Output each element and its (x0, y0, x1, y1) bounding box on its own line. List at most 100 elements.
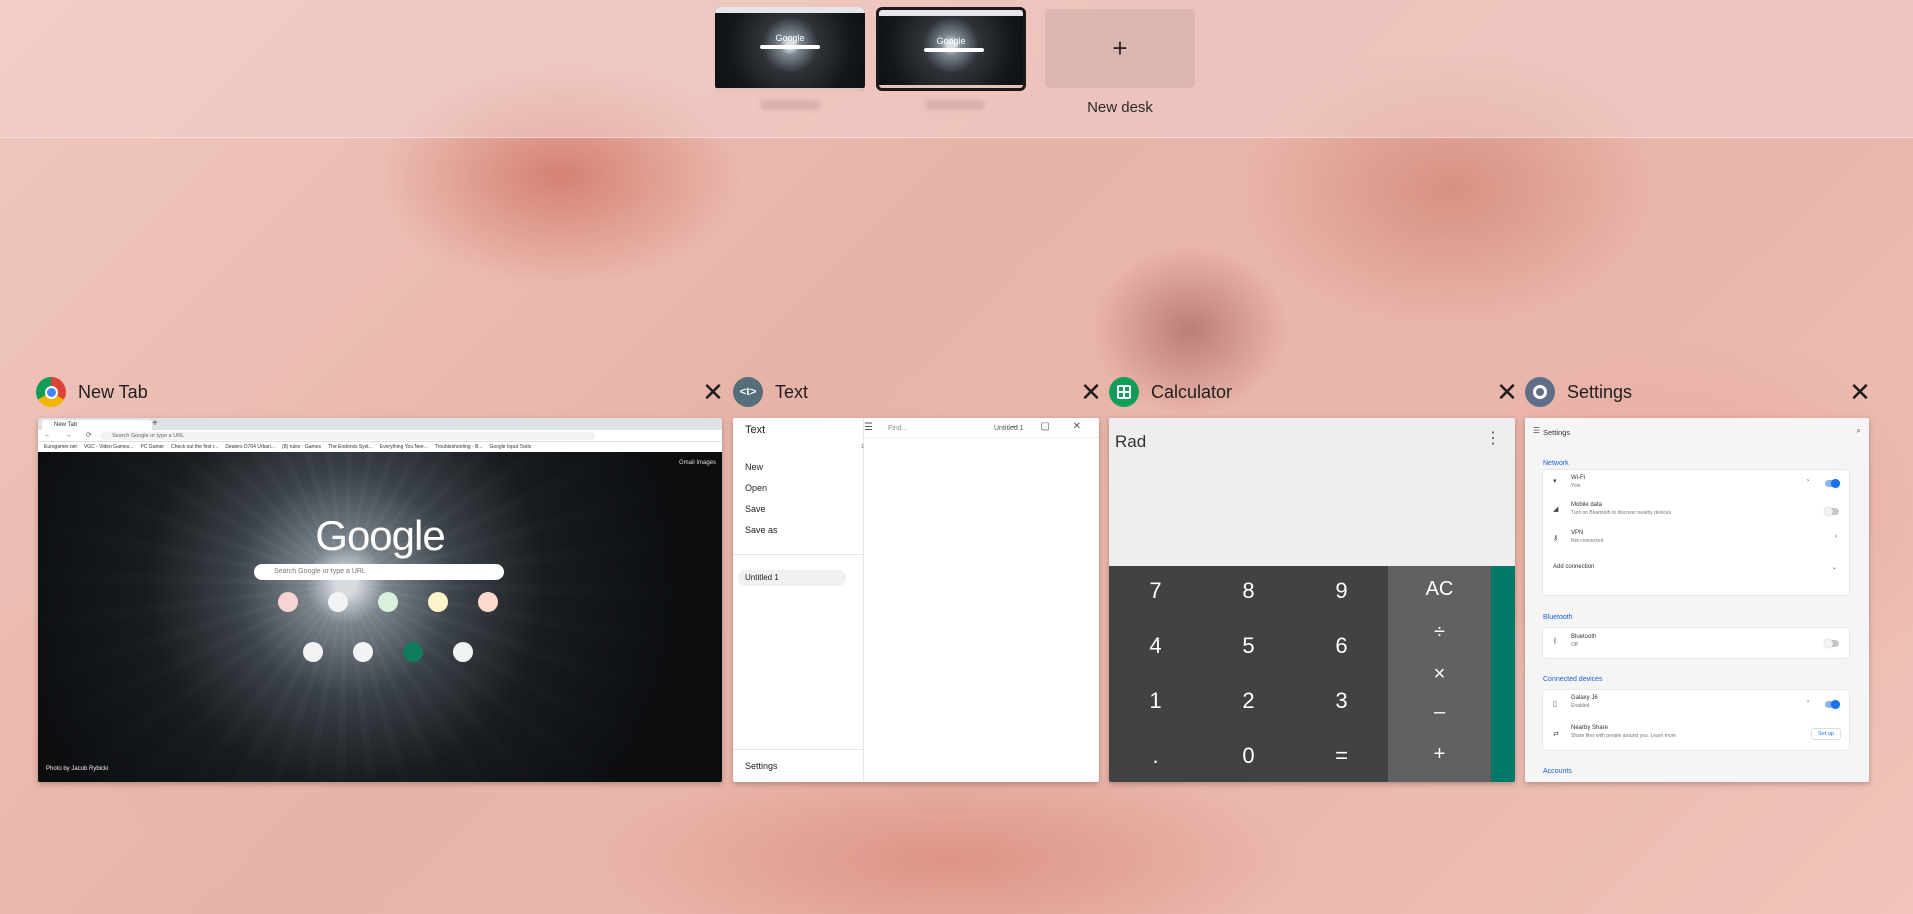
shortcut-tile[interactable] (328, 592, 348, 612)
nearby-share-setup-button[interactable]: Set up (1811, 728, 1841, 740)
ntp-search-box[interactable]: Search Google or type a URL (254, 564, 504, 580)
operator-pad: AC ÷ × – + (1388, 566, 1491, 782)
key-add[interactable]: + (1388, 743, 1491, 766)
desk-2-thumbnail[interactable]: Google (876, 7, 1026, 91)
phone-label[interactable]: Galaxy J6 (1571, 695, 1598, 701)
hamburger-icon[interactable]: ☰ (1533, 426, 1540, 435)
find-input[interactable]: Find... (888, 425, 907, 432)
mobile-data-toggle[interactable] (1824, 507, 1839, 516)
key-multiply[interactable]: × (1388, 663, 1491, 686)
key-divide[interactable]: ÷ (1388, 621, 1491, 644)
key-8[interactable]: 8 (1202, 578, 1295, 604)
search-icon[interactable]: ⌕ (1857, 426, 1861, 436)
bluetooth-status: Off (1571, 642, 1578, 648)
close-text-window-button[interactable]: ✕ (1077, 376, 1105, 408)
ntp-links[interactable]: Gmail Images (679, 460, 716, 466)
menu-save[interactable]: Save (745, 504, 766, 514)
desk-2-name[interactable] (925, 100, 985, 110)
bluetooth-toggle[interactable] (1824, 639, 1839, 648)
vpn-label[interactable]: VPN (1571, 530, 1583, 536)
bookmark-item[interactable]: VGC - Video Games... (84, 442, 134, 452)
bookmark-item[interactable]: Dealers D704 Urban... (225, 442, 275, 452)
calculator-window-header[interactable]: Calculator (1109, 376, 1232, 408)
shortcut-tile[interactable] (278, 592, 298, 612)
bookmark-item[interactable]: (8) rules · Games (282, 442, 321, 452)
desk-1-google-logo: Google (775, 33, 805, 43)
close-chrome-window-button[interactable]: ✕ (699, 376, 727, 408)
key-2[interactable]: 2 (1202, 688, 1295, 714)
close-calculator-window-button[interactable]: ✕ (1493, 376, 1521, 408)
shortcut-tile[interactable] (478, 592, 498, 612)
key-equals[interactable]: = (1295, 743, 1388, 769)
phone-toggle[interactable] (1825, 700, 1840, 709)
wifi-toggle[interactable] (1825, 479, 1840, 488)
bluetooth-label[interactable]: Bluetooth (1571, 634, 1596, 640)
add-shortcut-button[interactable] (453, 642, 473, 662)
mobile-data-label[interactable]: Mobile data (1571, 502, 1602, 508)
menu-open[interactable]: Open (745, 483, 767, 493)
chrome-window-header[interactable]: New Tab (36, 376, 148, 408)
settings-window-preview[interactable]: ☰ Settings ⌕ Network ▾ Wi-Fi Yolo › ◢ Mo… (1525, 418, 1869, 782)
shortcut-tile[interactable] (353, 642, 373, 662)
key-0[interactable]: 0 (1202, 743, 1295, 769)
bookmark-item[interactable]: Eurogamer.net (44, 442, 77, 452)
bookmark-item[interactable]: PC Gamer (140, 442, 164, 452)
file-item-untitled-1[interactable]: Untitled 1 (738, 570, 846, 586)
desk-1-thumbnail[interactable]: Google (715, 7, 865, 91)
add-connection[interactable]: Add connection (1553, 564, 1594, 570)
key-5[interactable]: 5 (1202, 633, 1295, 659)
key-decimal[interactable]: . (1109, 743, 1202, 769)
shortcut-tile[interactable] (428, 592, 448, 612)
calculator-window-preview[interactable]: Rad ⋮ 7 8 9 4 5 6 1 2 3 . 0 = AC ÷ × – + (1109, 418, 1515, 782)
divider (733, 749, 864, 750)
bookmark-item[interactable]: Google Input Tools (489, 442, 531, 452)
chevron-down-icon[interactable]: ⌄ (1832, 564, 1837, 571)
new-tab-page: Gmail Images Google Search Google or typ… (38, 452, 722, 782)
new-desk-button[interactable]: + (1045, 9, 1195, 88)
tab-new-tab[interactable]: New Tab (42, 420, 152, 430)
chevron-right-icon[interactable]: › (1807, 699, 1809, 705)
menu-save-as[interactable]: Save as (745, 525, 778, 535)
omnibox[interactable]: Search Google or type a URL (100, 432, 595, 440)
key-9[interactable]: 9 (1295, 578, 1388, 604)
bookmark-item[interactable]: The Endorsis Syst... (328, 442, 373, 452)
menu-settings[interactable]: Settings (745, 761, 778, 771)
text-window-header[interactable]: <t> Text (733, 376, 808, 408)
settings-window-header[interactable]: Settings (1525, 376, 1632, 408)
shortcut-tile[interactable] (303, 642, 323, 662)
shortcut-tile[interactable] (378, 592, 398, 612)
desk-1-name[interactable] (760, 100, 820, 110)
bookmark-item[interactable]: Everything You Nee... (380, 442, 428, 452)
chevron-right-icon[interactable]: › (1807, 478, 1809, 484)
vpn-status: Not connected (1571, 538, 1604, 544)
nearby-share-label[interactable]: Nearby Share (1571, 725, 1608, 731)
angle-mode[interactable]: Rad (1115, 432, 1146, 452)
chevron-right-icon[interactable]: › (1835, 534, 1837, 540)
chrome-window-preview[interactable]: New Tab + ← → ⟳ ⌂ Search Google or type … (38, 418, 722, 782)
key-subtract[interactable]: – (1388, 701, 1491, 724)
nearby-share-icon: ⇄ (1553, 731, 1559, 738)
menu-new[interactable]: New (745, 462, 763, 472)
wifi-label[interactable]: Wi-Fi (1571, 475, 1585, 481)
phone-status: Enabled (1571, 703, 1590, 709)
key-3[interactable]: 3 (1295, 688, 1388, 714)
close-settings-window-button[interactable]: ✕ (1846, 376, 1874, 408)
new-tab-button[interactable]: + (152, 418, 158, 430)
more-options-icon[interactable]: ⋮ (1485, 428, 1501, 448)
bookmark-item[interactable]: Troubleshooting - B... (435, 442, 483, 452)
window-controls[interactable]: – ▢ ✕ (1012, 421, 1091, 432)
bookmark-item[interactable]: Check out the first r... (171, 442, 218, 452)
photo-credit[interactable]: Photo by Jacob Rybicki (46, 766, 108, 772)
key-7[interactable]: 7 (1109, 578, 1202, 604)
text-window-preview[interactable]: Text New Open Save Save as Untitled 1 Se… (733, 418, 1099, 782)
hamburger-icon[interactable]: ☰ (864, 422, 873, 433)
mobile-data-icon: ◢ (1553, 506, 1559, 513)
key-all-clear[interactable]: AC (1388, 578, 1491, 601)
key-4[interactable]: 4 (1109, 633, 1202, 659)
shortcut-tile[interactable] (403, 642, 423, 662)
google-logo: Google (315, 512, 445, 559)
window-title: New Tab (78, 381, 148, 402)
key-1[interactable]: 1 (1109, 688, 1202, 714)
advanced-panel-handle[interactable] (1491, 566, 1515, 782)
key-6[interactable]: 6 (1295, 633, 1388, 659)
